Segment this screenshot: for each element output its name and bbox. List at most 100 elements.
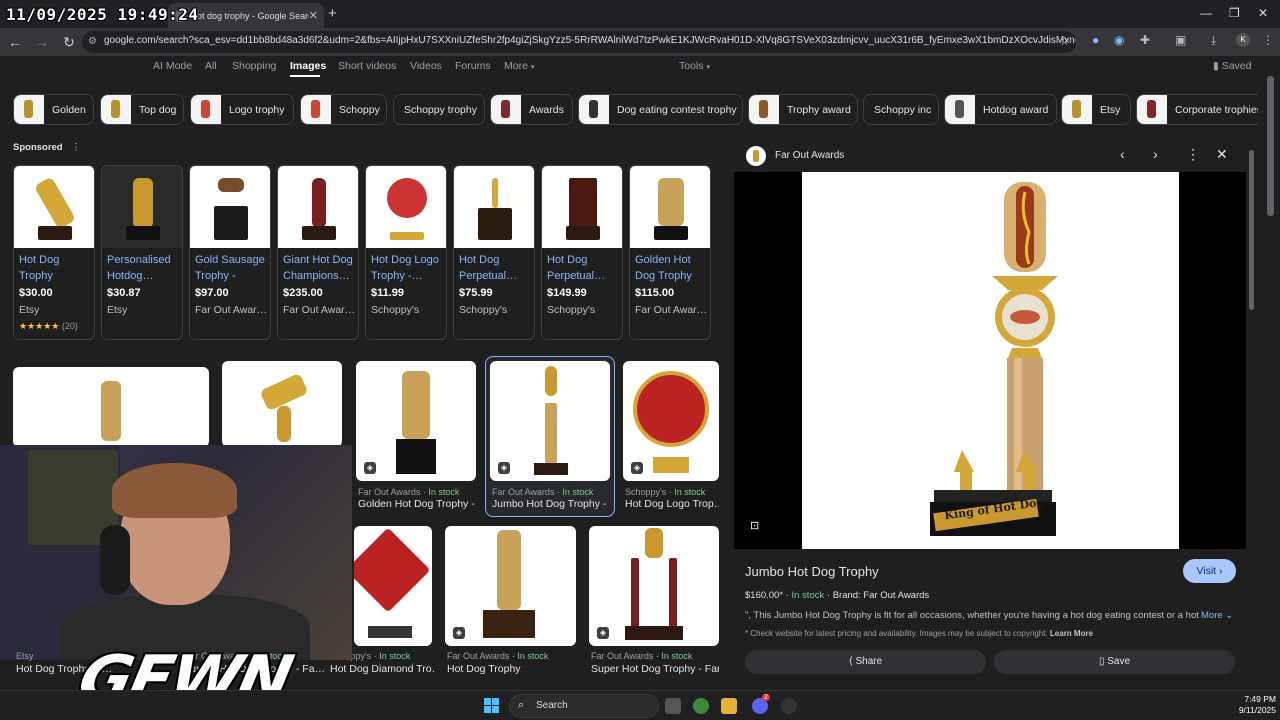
- read-aloud-icon[interactable]: ◉: [1114, 33, 1124, 47]
- maximize-button[interactable]: ❐: [1229, 6, 1240, 20]
- close-icon[interactable]: ✕: [1216, 146, 1228, 163]
- trophy-graphic: [930, 182, 1058, 536]
- nav-videos[interactable]: Videos: [410, 60, 442, 72]
- result-title[interactable]: Golden Hot Dog Trophy - …: [358, 498, 476, 510]
- chrome-icon[interactable]: [693, 698, 709, 714]
- address-bar[interactable]: ⚙ google.com/search?sca_esv=dd1bb8bd48a3…: [82, 31, 1076, 53]
- product-card[interactable]: Hot Dog Trophy $30.00 Etsy ★★★★★ (20): [13, 165, 95, 340]
- chip-schoppy[interactable]: Schoppy: [300, 94, 387, 125]
- bookmark-star-icon[interactable]: ☆: [1059, 34, 1070, 48]
- chip-etsy[interactable]: Etsy: [1061, 94, 1131, 125]
- next-icon[interactable]: ›: [1153, 146, 1158, 162]
- lens-search-icon[interactable]: ⊡: [750, 519, 764, 533]
- learn-more-link[interactable]: Learn More: [1050, 629, 1093, 638]
- product-card[interactable]: Giant Hot Dog Champions… $235.00 Far Out…: [277, 165, 359, 340]
- result-image[interactable]: ◈: [623, 361, 719, 481]
- sidebar-icon[interactable]: ▣: [1175, 33, 1186, 47]
- reload-button[interactable]: ↻: [57, 34, 81, 51]
- extensions-puzzle-icon[interactable]: ✚: [1140, 33, 1150, 47]
- result-image[interactable]: ◈: [445, 526, 576, 646]
- product-card[interactable]: Hot Dog Logo Trophy -… $11.99 Schoppy's: [365, 165, 447, 340]
- extension-icon[interactable]: ●: [1092, 33, 1099, 47]
- chip-thumbnail: [301, 95, 331, 124]
- share-button[interactable]: ⟨ Share: [745, 650, 986, 674]
- result-title[interactable]: Jumbo Hot Dog Trophy - …: [492, 498, 610, 510]
- result-image[interactable]: [354, 526, 432, 646]
- product-card[interactable]: Hot Dog Perpetual… $75.99 Schoppy's: [453, 165, 535, 340]
- panel-source-name[interactable]: Far Out Awards: [775, 150, 844, 161]
- chip-hotdog-award[interactable]: Hotdog award: [944, 94, 1057, 125]
- nav-more[interactable]: More ▾: [504, 60, 534, 72]
- task-view-icon[interactable]: [665, 698, 681, 714]
- product-card[interactable]: Personalised Hotdog… $30.87 Etsy: [101, 165, 183, 340]
- chip-dog-eating-contest-trophy[interactable]: Dog eating contest trophy: [578, 94, 743, 125]
- nav-images[interactable]: Images: [290, 60, 326, 72]
- more-vert-icon[interactable]: ⋮: [71, 142, 81, 153]
- product-card[interactable]: Hot Dog Perpetual… $149.99 Schoppy's: [541, 165, 623, 340]
- result-title[interactable]: Hot Dog Logo Trop…: [625, 498, 719, 510]
- result-image[interactable]: ◈: [589, 526, 719, 646]
- nav-shopping[interactable]: Shopping: [232, 60, 276, 72]
- product-card[interactable]: Gold Sausage Trophy - Cool… $97.00 Far O…: [189, 165, 271, 340]
- chip-golden[interactable]: Golden: [13, 94, 94, 125]
- forward-button[interactable]: →: [30, 34, 54, 50]
- result-source: Far Out Awards · In stock: [591, 651, 693, 661]
- save-button[interactable]: ▯ Save: [994, 650, 1235, 674]
- product-title: Gold Sausage Trophy - Cool…: [195, 254, 265, 282]
- source-name: Far Out Awards: [447, 651, 510, 661]
- windows-start-icon[interactable]: [484, 698, 500, 714]
- result-image[interactable]: [222, 361, 342, 447]
- result-image[interactable]: ◈: [356, 361, 476, 481]
- menu-kebab-icon[interactable]: ⋮: [1262, 33, 1274, 47]
- panel-scrollbar[interactable]: [1248, 138, 1256, 678]
- panel-title[interactable]: Jumbo Hot Dog Trophy: [745, 564, 879, 579]
- page-scrollbar[interactable]: [1262, 56, 1280, 690]
- product-title: Giant Hot Dog Champions…: [283, 254, 353, 282]
- chip-schoppy-inc[interactable]: Schoppy inc: [863, 94, 939, 125]
- result-image[interactable]: [13, 367, 209, 447]
- visit-button[interactable]: Visit ›: [1183, 559, 1236, 583]
- result-image[interactable]: ◈: [490, 361, 610, 481]
- nav-forums[interactable]: Forums: [455, 60, 491, 72]
- bookmark-icon: ▮: [1213, 60, 1219, 72]
- nav-all[interactable]: All: [205, 60, 217, 72]
- new-tab-button[interactable]: +: [328, 5, 337, 22]
- more-vert-icon[interactable]: ⋮: [1186, 146, 1200, 163]
- product-image: [190, 166, 270, 248]
- chip-schoppy-trophy[interactable]: Schoppy trophy: [393, 94, 485, 125]
- file-explorer-icon[interactable]: [721, 698, 737, 714]
- result-title[interactable]: Super Hot Dog Trophy - Far …: [591, 663, 719, 675]
- chip-awards[interactable]: Awards: [490, 94, 573, 125]
- chip-logo-trophy[interactable]: Logo trophy: [190, 94, 294, 125]
- obs-icon[interactable]: [781, 698, 797, 714]
- nav-short-videos[interactable]: Short videos: [338, 60, 396, 72]
- previous-icon[interactable]: ‹: [1120, 146, 1125, 162]
- product-card[interactable]: Golden Hot Dog Trophy -… $115.00 Far Out…: [629, 165, 711, 340]
- chip-top-dog[interactable]: Top dog: [100, 94, 184, 125]
- lens-icon: ◈: [453, 627, 465, 639]
- stock-status: In stock: [379, 651, 411, 661]
- site-info-icon[interactable]: ⚙: [88, 36, 97, 47]
- close-window-button[interactable]: ✕: [1258, 6, 1268, 20]
- download-icon[interactable]: ⤓: [1211, 33, 1216, 48]
- profile-avatar[interactable]: K: [1236, 33, 1250, 47]
- chip-trophy-award[interactable]: Trophy award: [748, 94, 858, 125]
- chip-thumbnail: [1137, 95, 1167, 124]
- product-price: $30.87: [107, 287, 141, 299]
- product-seller: Schoppy's: [547, 304, 596, 316]
- tools-button[interactable]: Tools ▾: [679, 60, 710, 72]
- result-title[interactable]: Hot Dog Diamond Tro…: [330, 663, 436, 675]
- nav-ai-mode[interactable]: AI Mode: [153, 60, 192, 72]
- source-name: Far Out Awards: [492, 487, 555, 497]
- taskbar-search[interactable]: ⌕ Search: [509, 694, 659, 718]
- saved-button[interactable]: ▮ Saved: [1213, 60, 1251, 72]
- chip-corporate-trophies[interactable]: Corporate trophies: [1136, 94, 1258, 125]
- minimize-button[interactable]: —: [1200, 6, 1212, 20]
- more-button[interactable]: More ⌄: [1201, 610, 1233, 621]
- product-seller: Etsy: [107, 304, 128, 316]
- preview-image[interactable]: King of Hot Dogs ⊡: [734, 172, 1246, 549]
- result-title[interactable]: Hot Dog Trophy: [447, 663, 575, 675]
- close-tab-icon[interactable]: ✕: [309, 9, 318, 22]
- back-button[interactable]: ←: [3, 34, 27, 50]
- system-clock[interactable]: 7:49 PM 9/11/2025: [1220, 694, 1276, 716]
